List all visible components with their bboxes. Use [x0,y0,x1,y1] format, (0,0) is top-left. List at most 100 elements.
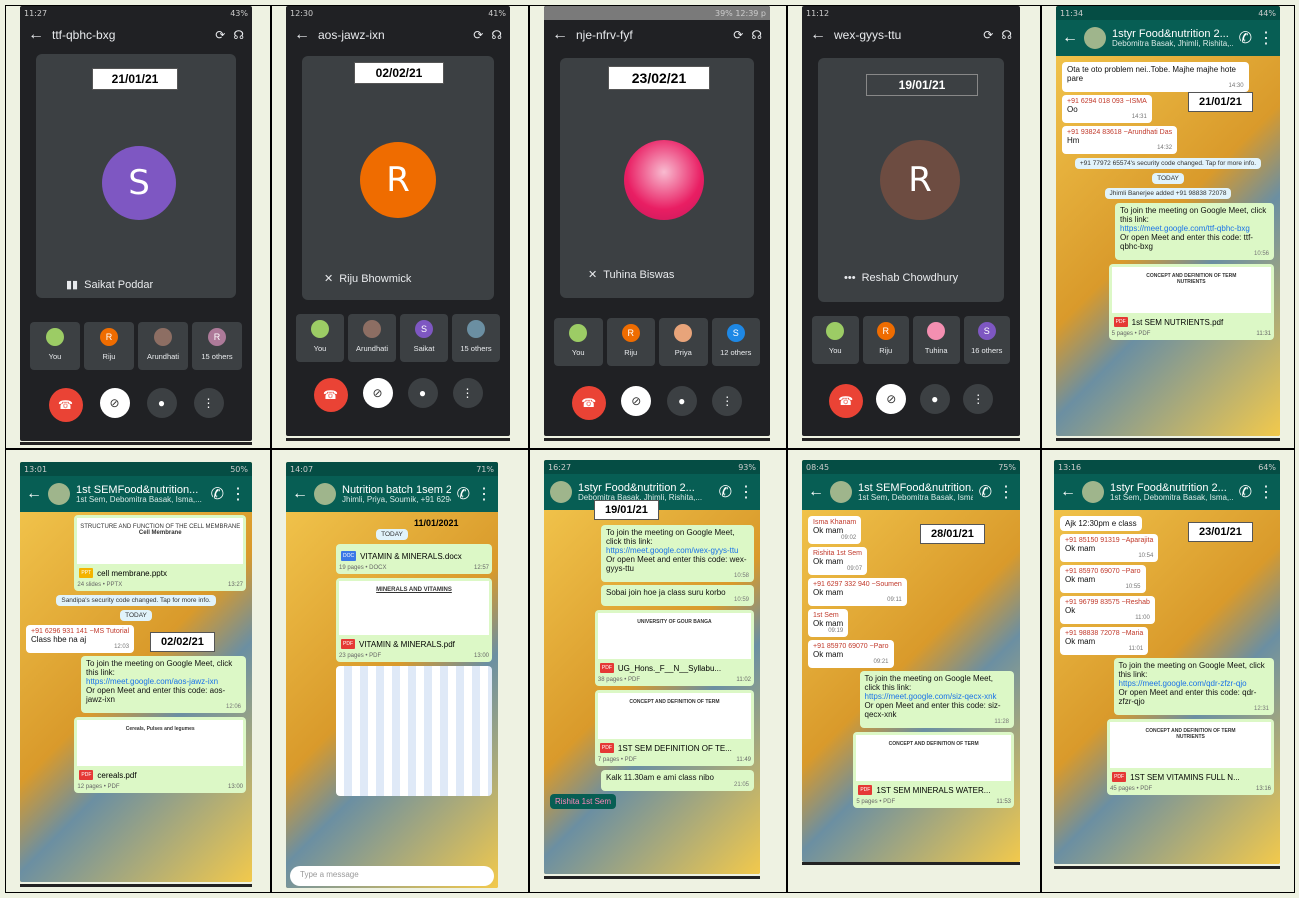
participant-tile[interactable]: R 15 others [192,322,242,370]
menu-icon[interactable]: ⋮ [1258,28,1274,48]
back-icon[interactable]: ← [808,483,824,501]
end-call-button[interactable]: ☎ [828,384,863,418]
message-input[interactable]: Type a message [290,866,494,886]
participant-tile[interactable]: Arundhati [138,322,188,370]
menu-icon[interactable]: ⋮ [230,484,246,504]
camera-off-button[interactable]: ⊘ [362,378,393,408]
back-icon[interactable]: ← [292,485,308,503]
end-call-button[interactable]: ☎ [313,378,348,412]
document-message[interactable]: DOC VITAMIN & MINERALS.docx 19 pages • DOC… [336,544,492,574]
end-call-button[interactable]: ☎ [571,386,606,420]
group-avatar[interactable] [48,483,70,505]
participant-tile[interactable]: 15 others [452,314,500,362]
camera-off-button[interactable]: ⊘ [99,388,130,418]
group-avatar[interactable] [550,481,572,503]
switch-camera-icon[interactable]: ⟳ [215,28,225,42]
audio-icon[interactable]: ☊ [751,28,762,42]
switch-camera-icon[interactable]: ⟳ [733,28,743,42]
participant-tile[interactable]: R Riju [606,318,655,366]
document-message[interactable]: CONCEPT AND DEFINITION OF TERM PDF 1ST SEM… [853,732,1014,808]
participant-tile[interactable]: S 16 others [963,316,1010,364]
participant-tile[interactable]: S Saikat [400,314,448,362]
participant-tile[interactable]: Tuhina [913,316,960,364]
mic-button[interactable]: ● [146,388,177,418]
switch-camera-icon[interactable]: ⟳ [473,28,483,42]
status-bar: 08:45 75% [802,460,1020,474]
meet-link[interactable]: https://meet.google.com/wex-gyys-ttu [606,546,739,555]
menu-icon[interactable]: ⋮ [476,484,492,504]
group-avatar[interactable] [1082,481,1104,503]
add-call-icon[interactable]: ✆ [1239,482,1252,502]
more-options-button[interactable]: ⋮ [193,388,224,418]
camera-off-button[interactable]: ⊘ [876,384,907,414]
table-image-message[interactable] [336,666,492,796]
cell-7: 14:07 71% ← Nutrition batch 1sem 2... Jhiml… [271,449,529,893]
more-options-button[interactable]: ⋮ [963,384,994,414]
menu-icon[interactable]: ⋮ [998,482,1014,502]
menu-icon[interactable]: ⋮ [738,482,754,502]
back-icon[interactable]: ← [552,26,568,44]
participant-tile[interactable]: You [30,322,80,370]
add-call-icon[interactable]: ✆ [719,482,732,502]
meet-link[interactable]: https://meet.google.com/siz-qecx-xnk [865,692,997,701]
document-message[interactable]: CONCEPT AND DEFINITION OF TERM NUTRIENTS P… [1108,264,1274,340]
menu-icon[interactable]: ⋮ [1258,482,1274,502]
group-avatar[interactable] [830,481,852,503]
chat-header[interactable]: ← Nutrition batch 1sem 2... Jhimli, Priya,… [286,476,498,512]
meet-link[interactable]: https://meet.google.com/ttf-qbhc-bxg [1120,224,1250,233]
back-icon[interactable]: ← [1062,29,1078,47]
document-message[interactable]: Cereals, Pulses and legumes PDF cereals.pd… [74,717,246,793]
participant-tile[interactable]: S 12 others [711,318,760,366]
meeting-code[interactable]: aos-jawz-ixn [318,28,465,42]
chat-header[interactable]: ← 1st SEMFood&nutrition... 1st Sem, Debomi… [20,476,252,512]
more-options-button[interactable]: ⋮ [712,386,743,416]
add-call-icon[interactable]: ✆ [979,482,992,502]
add-call-icon[interactable]: ✆ [1239,28,1252,48]
participant-tile[interactable]: R Riju [862,316,909,364]
chat-header[interactable]: ← 1st SEMFood&nutrition... 1st Sem, Debomi… [802,474,1020,510]
meet-link[interactable]: https://meet.google.com/aos-jawz-ixn [86,677,218,686]
participant-tile[interactable]: You [554,318,603,366]
back-icon[interactable]: ← [294,26,310,44]
back-icon[interactable]: ← [1060,483,1076,501]
participant-tile[interactable]: Priya [659,318,708,366]
mic-button[interactable]: ● [666,386,697,416]
participant-tile[interactable]: You [296,314,344,362]
back-icon[interactable]: ← [28,26,44,44]
document-message[interactable]: CONCEPT AND DEFINITION OF TERM NUTRIENTS P… [1107,719,1274,795]
date-label: 02/02/21 [354,62,444,84]
document-message[interactable]: CONCEPT AND DEFINITION OF TERM PDF 1ST SEM… [594,690,754,766]
group-avatar[interactable] [314,483,336,505]
camera-off-button[interactable]: ⊘ [621,386,652,416]
back-icon[interactable]: ← [810,26,826,44]
audio-icon[interactable]: ☊ [1001,28,1012,42]
group-avatar[interactable] [1084,27,1106,49]
participant-tile[interactable]: You [812,316,859,364]
meet-link[interactable]: https://meet.google.com/qdr-zfzr-qjo [1119,679,1247,688]
meeting-code[interactable]: wex-gyys-ttu [834,28,975,42]
pdf-icon: PDF [858,785,873,795]
switch-camera-icon[interactable]: ⟳ [983,28,993,42]
more-options-button[interactable]: ⋮ [452,378,483,408]
document-message[interactable]: UNIVERSITY OF GOUR BANGA PDF UG_Hons._F__N… [594,610,754,686]
meeting-code[interactable]: nje-nfrv-fyf [576,28,725,42]
document-message[interactable]: MINERALS AND VITAMINS PDF VITAMIN & MINERA… [336,578,492,662]
add-call-icon[interactable]: ✆ [457,484,470,504]
system-notice[interactable]: +91 77972 65574's security code changed.… [1074,158,1262,169]
participant-tile[interactable]: Arundhati [348,314,396,362]
end-call-button[interactable]: ☎ [48,388,83,422]
meeting-code[interactable]: ttf-qbhc-bxg [52,28,207,42]
participant-tile[interactable]: R Riju [84,322,134,370]
back-icon[interactable]: ← [26,485,42,503]
audio-icon[interactable]: ☊ [491,28,502,42]
mic-button[interactable]: ● [407,378,438,408]
add-call-icon[interactable]: ✆ [211,484,224,504]
chat-header[interactable]: ← 1styr Food&nutrition 2... 1st Sem, Debom… [1054,474,1280,510]
mic-button[interactable]: ● [919,384,950,414]
chat-header[interactable]: ← 1styr Food&nutrition 2... Debomitra Basa… [1056,20,1280,56]
system-notice[interactable]: Sandipa's security code changed. Tap for… [56,595,216,606]
message: +91 85970 69070 ~Paro Ok mam 10:55 [1060,565,1146,593]
chat-body: TODAY DOC VITAMIN & MINERALS.docx 19 pages… [286,512,498,888]
document-message[interactable]: STRUCTURE AND FUNCTION OF THE CELL MEMBR… [74,515,246,591]
audio-icon[interactable]: ☊ [233,28,244,42]
